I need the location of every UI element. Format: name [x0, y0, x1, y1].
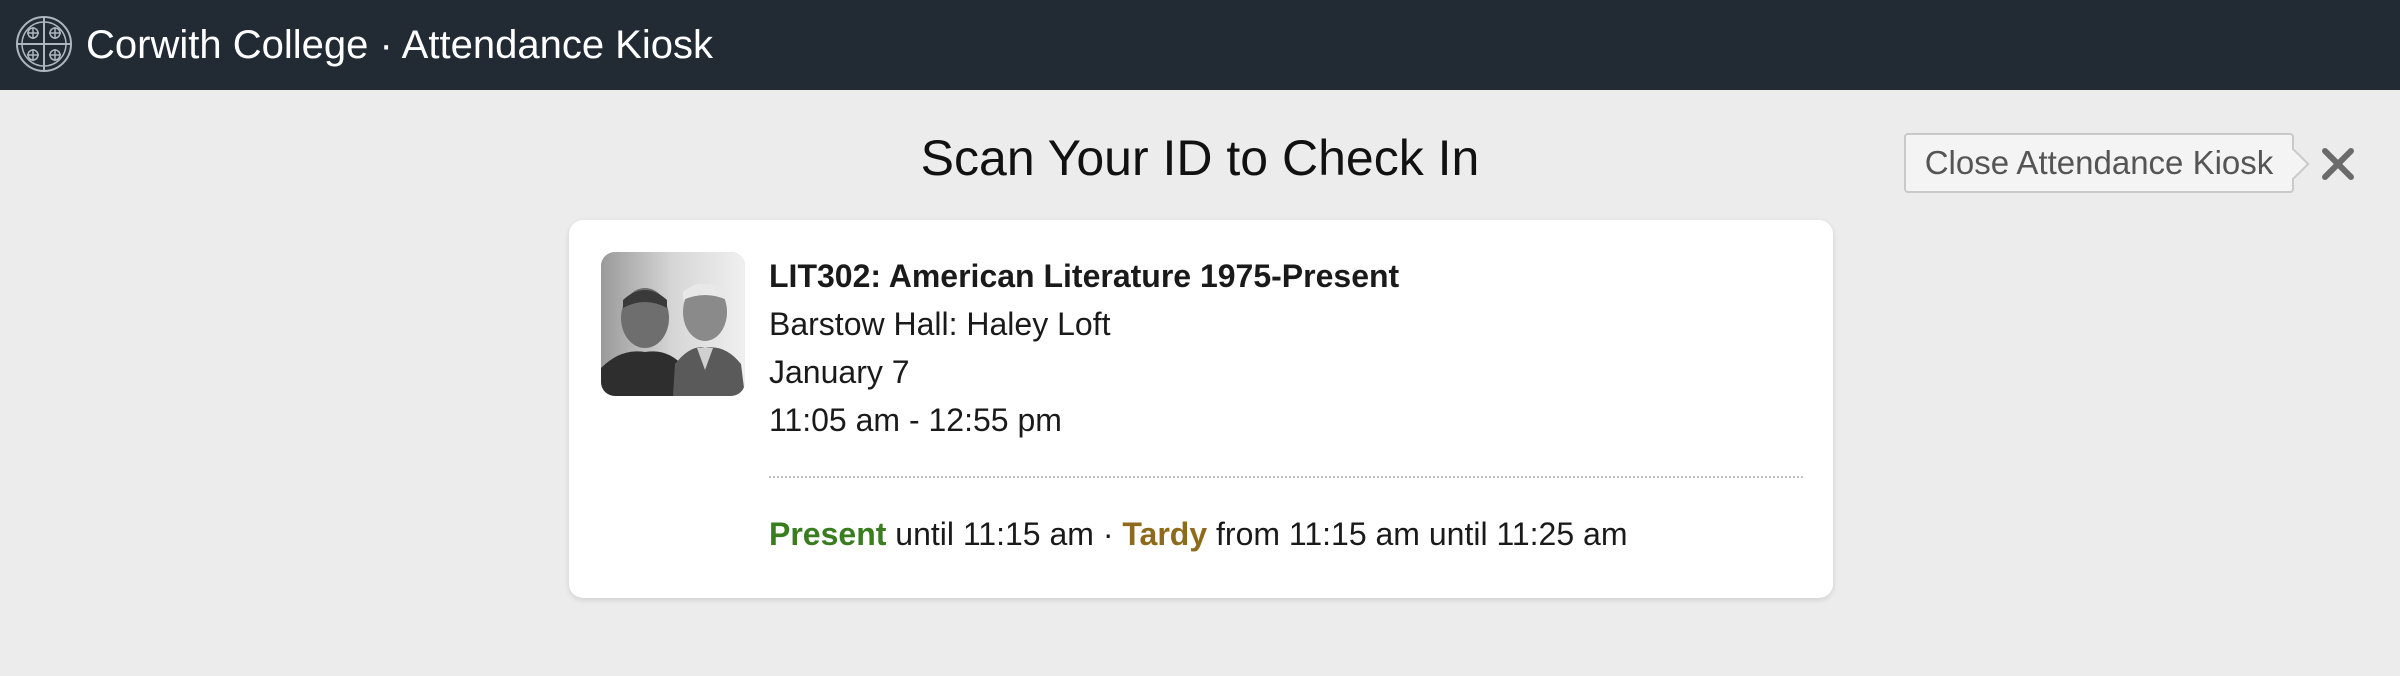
tardy-window: from 11:15 am until 11:25 am: [1216, 516, 1628, 552]
college-seal-icon: [16, 16, 72, 72]
app-title: Corwith College · Attendance Kiosk: [86, 23, 713, 67]
attendance-status: Present until 11:15 am · Tardy from 11:1…: [769, 516, 1627, 553]
close-kiosk-label: Close Attendance Kiosk: [1924, 144, 2274, 181]
session-card: LIT302: American Literature 1975-Present…: [569, 220, 1833, 598]
course-title: LIT302: American Literature 1975-Present: [769, 258, 1400, 294]
close-kiosk-button[interactable]: Close Attendance Kiosk: [1904, 133, 2310, 193]
top-bar: Corwith College · Attendance Kiosk: [0, 0, 2400, 90]
present-label: Present: [769, 516, 887, 552]
tardy-label: Tardy: [1122, 516, 1208, 552]
course-photo: [601, 252, 745, 396]
present-window: until 11:15 am ·: [895, 516, 1114, 552]
course-location: Barstow Hall: Haley Loft: [769, 306, 1111, 342]
course-date: January 7: [769, 354, 910, 390]
course-time: 11:05 am - 12:55 pm: [769, 402, 1062, 438]
divider: [769, 476, 1803, 478]
close-icon[interactable]: [2318, 144, 2358, 184]
course-photo-image: [601, 252, 745, 396]
